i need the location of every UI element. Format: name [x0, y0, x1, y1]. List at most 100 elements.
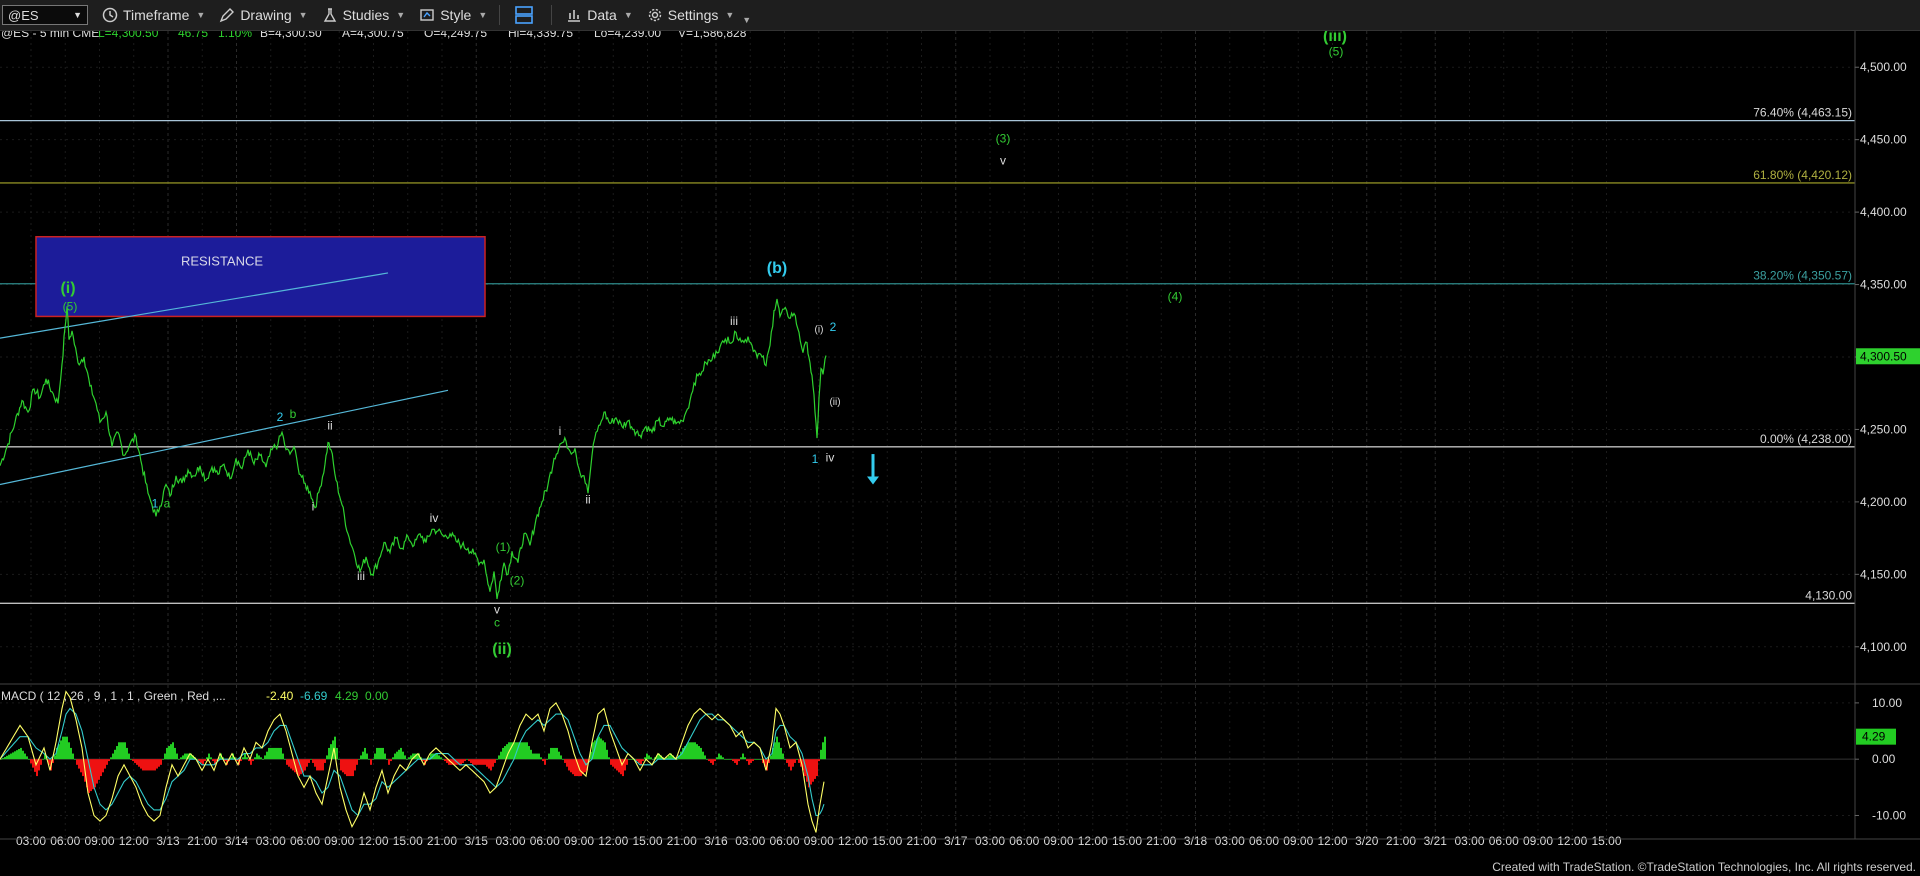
- price-axis[interactable]: 4,100.004,150.004,200.004,250.004,300.00…: [0, 31, 1920, 839]
- macd-hist-bar: [478, 759, 480, 765]
- fib-level-label: 61.80% (4,420.12): [1753, 168, 1852, 182]
- x-tick-label: 12:00: [1317, 834, 1347, 848]
- macd-hist-bar: [402, 751, 404, 760]
- x-tick-label: 03:00: [735, 834, 765, 848]
- macd-tick-label: 0.00: [1872, 752, 1896, 766]
- macd-hist-bar: [114, 749, 116, 760]
- macd-hist-bar: [74, 759, 76, 760]
- header-symbol: @ES - 5 min CME: [1, 31, 99, 40]
- style-menu[interactable]: Style ▼: [419, 7, 487, 23]
- macd-hist-bar: [500, 751, 502, 760]
- x-tick-label: 3/15: [465, 834, 489, 848]
- macd-hist-bar: [618, 759, 620, 773]
- style-label: Style: [440, 7, 472, 23]
- macd-hist-bar: [290, 759, 292, 769]
- chevron-down-icon[interactable]: ▼: [478, 10, 487, 20]
- macd-hist-bar: [310, 759, 312, 760]
- macd-hist-bar: [714, 759, 716, 762]
- chevron-down-icon[interactable]: ▼: [196, 10, 205, 20]
- chevron-down-icon[interactable]: ▼: [624, 10, 633, 20]
- data-menu[interactable]: Data ▼: [566, 7, 633, 23]
- macd-hist-bar: [358, 759, 360, 760]
- x-tick-label: 3/16: [704, 834, 728, 848]
- time-axis[interactable]: 03:00 06:00 09:00 12:00 3/13 21:00 3/14 03:00 06…: [0, 834, 1920, 848]
- overflow-icon[interactable]: ▼: [742, 15, 751, 25]
- macd-hist-bar: [564, 759, 566, 763]
- resistance-zone: RESISTANCE: [35, 235, 486, 318]
- macd-hist-bar: [246, 757, 248, 760]
- macd-hist-bar: [404, 755, 406, 760]
- macd-hist-bar: [272, 747, 274, 760]
- wave-label: (5): [1329, 45, 1344, 59]
- macd-hist-bar: [68, 742, 70, 760]
- toolbar: @ES ▼ Timeframe ▼ Drawing ▼ Studies ▼ Style…: [0, 0, 1920, 31]
- drawing-menu[interactable]: Drawing ▼: [219, 7, 308, 23]
- studies-menu[interactable]: Studies ▼: [322, 7, 405, 23]
- macd-hist-bar: [20, 747, 22, 760]
- macd-hist-bar: [260, 757, 262, 760]
- macd-tick-label: -10.00: [1872, 808, 1906, 822]
- wave-label: c: [494, 615, 500, 629]
- macd-hist-bar: [2, 758, 4, 760]
- macd-hist-bar: [484, 759, 486, 765]
- macd-hist-bar: [410, 755, 412, 760]
- symbol-input[interactable]: @ES ▼: [2, 5, 88, 25]
- macd-hist-bar: [696, 744, 698, 760]
- resistance-box[interactable]: [35, 235, 486, 318]
- macd-hist-bar: [652, 759, 654, 760]
- macd-hist-bar: [250, 759, 252, 765]
- timeframe-menu[interactable]: Timeframe ▼: [102, 7, 205, 23]
- wave-label: i: [312, 500, 315, 514]
- wave-label: iii: [730, 314, 738, 328]
- macd-hist-bar: [348, 759, 350, 777]
- chevron-down-icon[interactable]: ▼: [396, 10, 405, 20]
- y-tick-label: 4,350.00: [1860, 278, 1907, 292]
- macd-hist-bar: [790, 759, 792, 771]
- macd-hist-bar: [278, 747, 280, 760]
- macd-hist-bar: [392, 757, 394, 760]
- chart-canvas[interactable]: 76.40% (4,463.15) 61.80% (4,420.12) 38.20%…: [0, 31, 1920, 851]
- macd-hist-bar: [70, 747, 72, 760]
- macd-hist-bar: [274, 747, 276, 760]
- x-tick-label: 12:00: [1078, 834, 1108, 848]
- x-tick-label: 06:00: [50, 834, 80, 848]
- clock-icon: [102, 7, 118, 23]
- macd-hist-bar: [18, 749, 20, 760]
- fib-level-label: 0.00% (4,238.00): [1760, 432, 1852, 446]
- macd-hist-bar: [688, 742, 690, 760]
- macd-hist-bar: [758, 759, 760, 760]
- chevron-down-icon[interactable]: ▼: [725, 10, 734, 20]
- macd-hist-bar: [642, 759, 644, 762]
- x-tick-label: 21:00: [1386, 834, 1416, 848]
- macd-hist-bar: [326, 755, 328, 760]
- chevron-down-icon[interactable]: ▼: [299, 10, 308, 20]
- macd-hist-bar: [710, 759, 712, 763]
- settings-menu[interactable]: Settings ▼: [647, 7, 734, 23]
- x-tick-label: 03:00: [1215, 834, 1245, 848]
- macd-hist-bar: [538, 753, 540, 760]
- wave-label: 1: [812, 452, 819, 466]
- x-tick-label: 3/20: [1355, 834, 1379, 848]
- wave-label: i: [559, 424, 562, 438]
- macd-hist-bar: [628, 759, 630, 760]
- macd-hist-bar: [394, 753, 396, 760]
- macd-hist-bar: [30, 759, 32, 764]
- macd-axis[interactable]: 10.00 0.00 -10.00 4.29: [1855, 696, 1906, 823]
- macd-hist-bar: [96, 759, 98, 784]
- macd-hist-bar: [372, 759, 374, 760]
- macd-hist-bar: [698, 746, 700, 760]
- macd-hist-bar: [150, 759, 152, 771]
- macd-hist-bar: [732, 759, 734, 762]
- header-low: Lo=4,239.00: [594, 31, 661, 40]
- macd-hist-bar: [690, 742, 692, 760]
- macd-hist-bar: [378, 747, 380, 760]
- header-volume: V=1,586,828: [678, 31, 747, 40]
- chevron-down-icon[interactable]: ▼: [73, 10, 82, 20]
- macd-hist-bar: [536, 753, 538, 760]
- macd-hist-bar: [146, 759, 148, 771]
- macd-hist-bar: [344, 759, 346, 775]
- layout-button[interactable]: [514, 5, 539, 25]
- x-tick-label: 09:00: [1283, 834, 1313, 848]
- macd-hist-bar: [256, 753, 258, 760]
- x-tick-label: 09:00: [1043, 834, 1073, 848]
